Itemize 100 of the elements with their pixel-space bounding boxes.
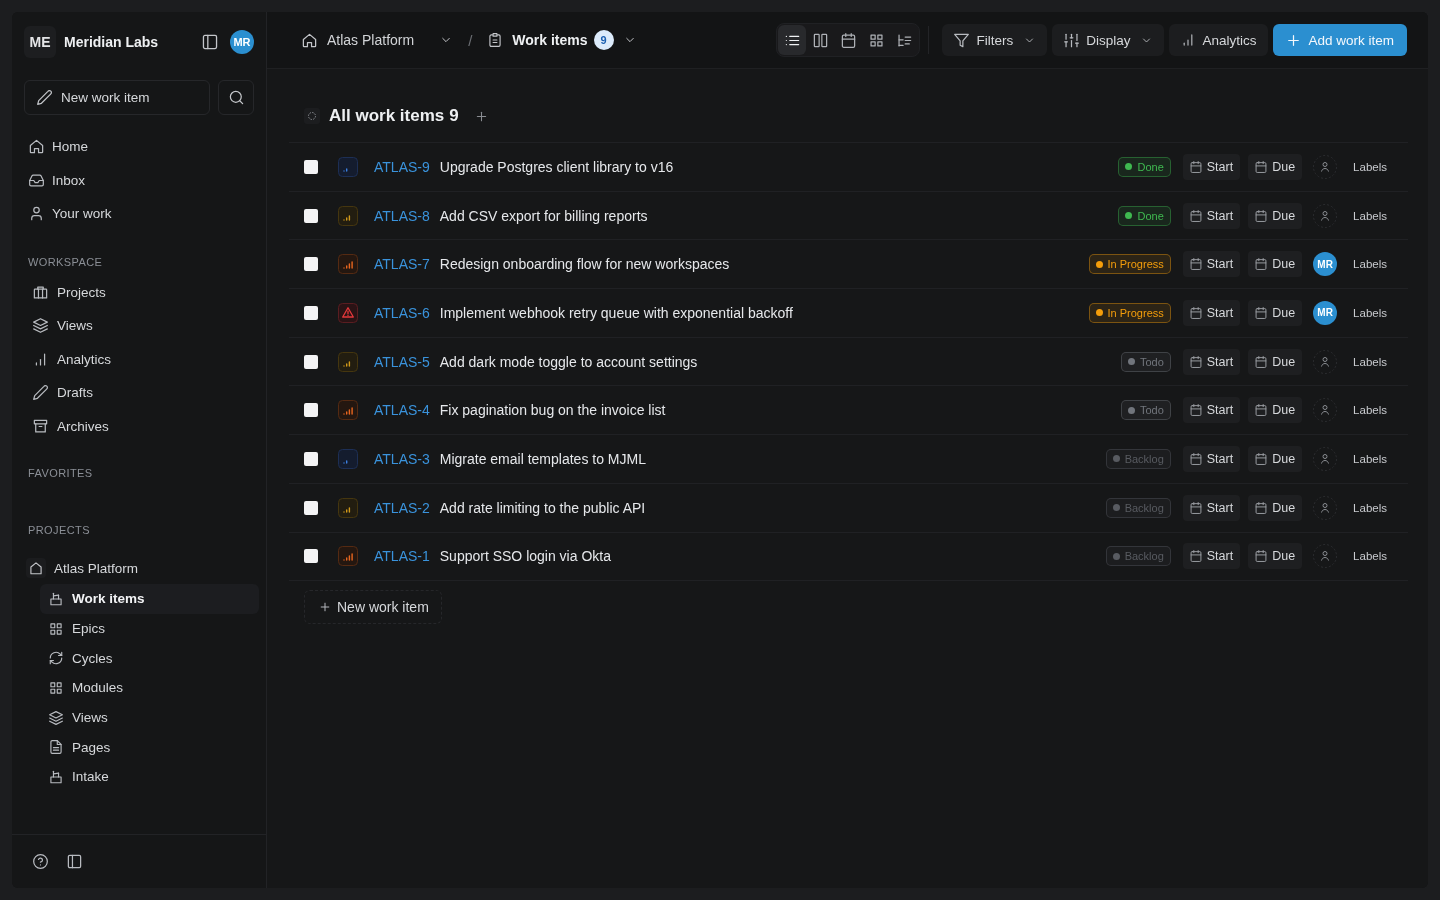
- checkbox[interactable]: [304, 257, 318, 272]
- nav-item[interactable]: Analytics: [24, 342, 254, 376]
- labels-button[interactable]: Labels: [1353, 209, 1387, 222]
- due-date-button[interactable]: Due: [1248, 202, 1303, 229]
- start-date-button[interactable]: Start: [1182, 299, 1241, 326]
- checkbox[interactable]: [304, 354, 318, 369]
- nav-item[interactable]: Home: [24, 130, 254, 164]
- checkbox[interactable]: [304, 549, 318, 564]
- due-date-button[interactable]: Due: [1248, 397, 1303, 424]
- warning-icon[interactable]: [338, 302, 358, 323]
- checkbox[interactable]: [304, 500, 318, 515]
- issue-title[interactable]: Add rate limiting to the public API: [439, 499, 646, 516]
- start-date-button[interactable]: Start: [1182, 202, 1241, 229]
- checkbox[interactable]: [304, 159, 318, 174]
- labels-button[interactable]: Labels: [1353, 258, 1387, 271]
- start-date-button[interactable]: Start: [1182, 397, 1241, 424]
- layout-button[interactable]: [778, 25, 807, 55]
- new-work-item-button[interactable]: New work item: [304, 590, 442, 625]
- issue-title[interactable]: Support SSO login via Okta: [439, 548, 611, 565]
- due-date-button[interactable]: Due: [1248, 348, 1303, 375]
- status-dropdown[interactable]: In Progress: [1088, 302, 1171, 323]
- checkbox[interactable]: [304, 208, 318, 223]
- status-dropdown[interactable]: Done: [1118, 205, 1171, 226]
- user-icon[interactable]: [1313, 154, 1338, 179]
- user-icon[interactable]: [1313, 203, 1338, 228]
- project-dropdown[interactable]: Atlas Platform: [302, 26, 453, 54]
- panel-icon[interactable]: [202, 34, 218, 50]
- due-date-button[interactable]: Due: [1248, 543, 1303, 570]
- signal-bars-icon[interactable]: [338, 351, 358, 372]
- analytics-button[interactable]: Analytics: [1169, 24, 1269, 56]
- start-date-button[interactable]: Start: [1182, 445, 1241, 472]
- new-work-item-button[interactable]: New work item: [24, 80, 210, 115]
- project-nav-item[interactable]: Views: [40, 702, 259, 733]
- signal-bars-icon[interactable]: [338, 546, 358, 567]
- start-date-button[interactable]: Start: [1182, 251, 1241, 278]
- display-button[interactable]: Display: [1052, 24, 1165, 56]
- workspace-logo[interactable]: ME: [24, 26, 56, 58]
- page-dropdown[interactable]: Work items 9: [488, 26, 636, 54]
- project-nav-item[interactable]: Pages: [40, 732, 259, 763]
- issue-id[interactable]: ATLAS-7: [374, 256, 430, 273]
- nav-item[interactable]: Drafts: [24, 376, 254, 410]
- issue-title[interactable]: Add CSV export for billing reports: [439, 207, 648, 224]
- user-icon[interactable]: [1313, 446, 1338, 471]
- help-icon[interactable]: [33, 854, 48, 869]
- status-dropdown[interactable]: In Progress: [1088, 254, 1171, 275]
- issue-title[interactable]: Add dark mode toggle to account settings: [439, 353, 698, 370]
- labels-button[interactable]: Labels: [1353, 452, 1387, 465]
- issue-title[interactable]: Fix pagination bug on the invoice list: [439, 402, 666, 419]
- start-date-button[interactable]: Start: [1182, 543, 1241, 570]
- project-nav-item[interactable]: Intake: [40, 762, 259, 792]
- issue-id[interactable]: ATLAS-9: [374, 158, 430, 175]
- search-button[interactable]: [218, 80, 254, 115]
- project-nav-item[interactable]: Work items: [40, 584, 259, 614]
- labels-button[interactable]: Labels: [1353, 160, 1387, 173]
- issue-id[interactable]: ATLAS-6: [374, 304, 430, 321]
- start-date-button[interactable]: Start: [1182, 494, 1241, 521]
- checkbox[interactable]: [304, 451, 318, 466]
- signal-bars-icon[interactable]: [338, 254, 358, 275]
- user-icon[interactable]: [1313, 349, 1338, 374]
- nav-item[interactable]: Your work: [24, 197, 254, 231]
- project-nav-item[interactable]: Cycles: [40, 643, 259, 674]
- issue-title[interactable]: Redesign onboarding flow for new workspaces: [439, 256, 730, 273]
- status-dropdown[interactable]: Done: [1118, 156, 1171, 177]
- plus-icon[interactable]: [474, 109, 488, 123]
- due-date-button[interactable]: Due: [1248, 153, 1303, 180]
- start-date-button[interactable]: Start: [1182, 153, 1241, 180]
- nav-item[interactable]: Views: [24, 309, 254, 343]
- issue-id[interactable]: ATLAS-8: [374, 207, 430, 224]
- user-avatar[interactable]: MR: [230, 30, 254, 54]
- start-date-button[interactable]: Start: [1182, 348, 1241, 375]
- due-date-button[interactable]: Due: [1248, 251, 1303, 278]
- signal-bars-icon[interactable]: [338, 497, 358, 518]
- signal-bars-icon[interactable]: [338, 205, 358, 226]
- checkbox[interactable]: [304, 403, 318, 418]
- filters-button[interactable]: Filters: [942, 24, 1048, 56]
- nav-item[interactable]: Archives: [24, 409, 254, 443]
- status-dropdown[interactable]: Todo: [1120, 400, 1171, 421]
- project-nav-item[interactable]: Epics: [40, 613, 259, 644]
- nav-item[interactable]: Projects: [24, 275, 254, 309]
- project-item[interactable]: Atlas Platform: [24, 554, 254, 582]
- signal-bars-icon[interactable]: [338, 400, 358, 421]
- workspace-name[interactable]: Meridian Labs: [64, 34, 202, 50]
- project-nav-item[interactable]: Modules: [40, 673, 259, 703]
- issue-title[interactable]: Implement webhook retry queue with exponential backoff: [439, 304, 793, 321]
- user-icon[interactable]: [1313, 495, 1338, 520]
- labels-button[interactable]: Labels: [1353, 306, 1387, 319]
- labels-button[interactable]: Labels: [1353, 501, 1387, 514]
- nav-item[interactable]: Inbox: [24, 163, 254, 197]
- checkbox[interactable]: [304, 305, 318, 320]
- assignee-avatar[interactable]: MR: [1313, 300, 1338, 325]
- issue-id[interactable]: ATLAS-2: [374, 499, 430, 516]
- issue-id[interactable]: ATLAS-3: [374, 450, 430, 467]
- user-icon[interactable]: [1313, 544, 1338, 569]
- labels-button[interactable]: Labels: [1353, 355, 1387, 368]
- labels-button[interactable]: Labels: [1353, 404, 1387, 417]
- issue-title[interactable]: Migrate email templates to MJML: [439, 450, 646, 467]
- due-date-button[interactable]: Due: [1248, 494, 1303, 521]
- panel-icon[interactable]: [67, 854, 82, 869]
- user-icon[interactable]: [1313, 398, 1338, 423]
- issue-title[interactable]: Upgrade Postgres client library to v16: [439, 158, 674, 175]
